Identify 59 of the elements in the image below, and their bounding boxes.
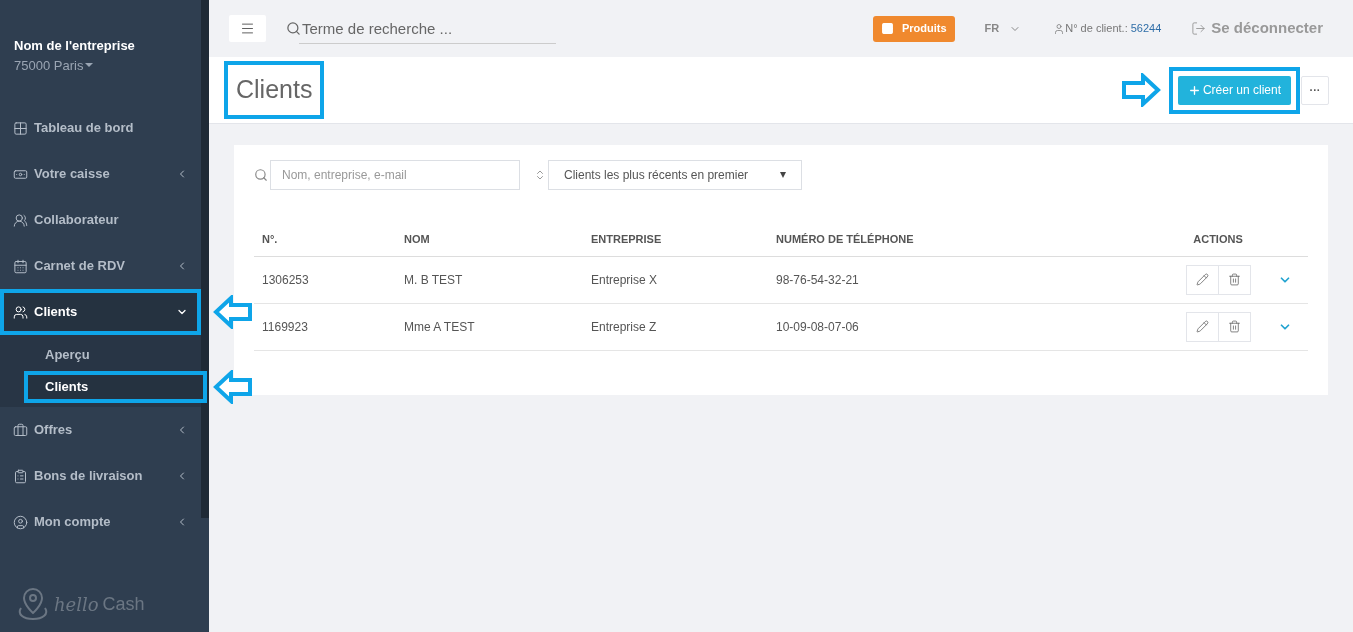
- column-header: NUMÉRO DE TÉLÉPHONE: [768, 222, 1158, 256]
- table-cell: Mme A TEST: [396, 303, 583, 350]
- user-circle-icon: [13, 514, 28, 530]
- clipboard-icon: [13, 468, 28, 484]
- menu-button[interactable]: [229, 15, 266, 42]
- delete-button[interactable]: [1218, 311, 1251, 342]
- menu-icon: [240, 21, 255, 36]
- table-cell: 10-09-08-07-06: [768, 303, 1158, 350]
- customer-number-label: N° de client.:: [1065, 21, 1128, 37]
- nav-item[interactable]: Bons de livraison: [0, 453, 201, 499]
- edit-button[interactable]: [1185, 264, 1219, 295]
- nav-subitem[interactable]: Clients: [24, 371, 207, 403]
- page-title: Clients: [224, 61, 325, 119]
- table-cell: Entreprise Z: [583, 303, 768, 350]
- trash-icon: [1227, 320, 1241, 333]
- edit-button[interactable]: [1185, 311, 1219, 342]
- more-button[interactable]: ···: [1301, 75, 1329, 105]
- language-selector[interactable]: FR: [984, 20, 1022, 37]
- logout-icon: [1191, 21, 1207, 36]
- search-field[interactable]: Terme de recherche ...: [299, 13, 556, 44]
- search-icon: [286, 21, 301, 36]
- table-cell: Entreprise X: [583, 256, 768, 303]
- table-cell: 98-76-54-32-21: [768, 256, 1158, 303]
- app-logo: hello Cash: [16, 586, 209, 622]
- table-cell: 1306253: [254, 256, 396, 303]
- briefcase-icon: [13, 422, 28, 438]
- nav-item[interactable]: Tableau de bord: [0, 105, 201, 151]
- plus-icon: [1187, 83, 1201, 97]
- nav-item[interactable]: Offres: [0, 407, 201, 453]
- user-icon: [1053, 22, 1066, 35]
- search-icon: [254, 168, 268, 182]
- column-header: N°.: [254, 222, 396, 256]
- people-icon: [13, 212, 28, 228]
- company-name: Nom de l'entreprise: [14, 37, 136, 55]
- delete-button[interactable]: [1218, 264, 1251, 295]
- nav-subitem[interactable]: Aperçu: [24, 339, 201, 371]
- column-header: ACTIONS: [1158, 222, 1278, 256]
- scrollbar[interactable]: [201, 0, 209, 518]
- sort-icon: [534, 169, 546, 181]
- customer-number: 56244: [1130, 21, 1162, 37]
- nav-item[interactable]: Votre caisse: [0, 151, 201, 197]
- pencil-icon: [1195, 320, 1209, 333]
- trash-icon: [1227, 273, 1241, 286]
- sort-select[interactable]: Clients les plus récents en premier: [548, 160, 802, 190]
- dropdown-caret-icon: [780, 172, 786, 178]
- column-header: NOM: [396, 222, 583, 256]
- nav-item[interactable]: Mon compte: [0, 499, 201, 545]
- users-icon: [13, 304, 28, 320]
- pencil-icon: [1195, 273, 1209, 286]
- calendar-icon: [13, 258, 28, 274]
- nav-item[interactable]: Collaborateur: [0, 197, 201, 243]
- nav-item[interactable]: Clients: [0, 289, 201, 335]
- table-cell: 1169923: [254, 303, 396, 350]
- column-header: ENTREPRISE: [583, 222, 768, 256]
- company-city[interactable]: 75000 Paris: [14, 55, 199, 75]
- nav-item[interactable]: Carnet de RDV: [0, 243, 201, 289]
- client-search-field[interactable]: Nom, entreprise, e-mail: [270, 160, 520, 190]
- table-cell: M. B TEST: [396, 256, 583, 303]
- callout-arrow-icon: [1120, 73, 1161, 107]
